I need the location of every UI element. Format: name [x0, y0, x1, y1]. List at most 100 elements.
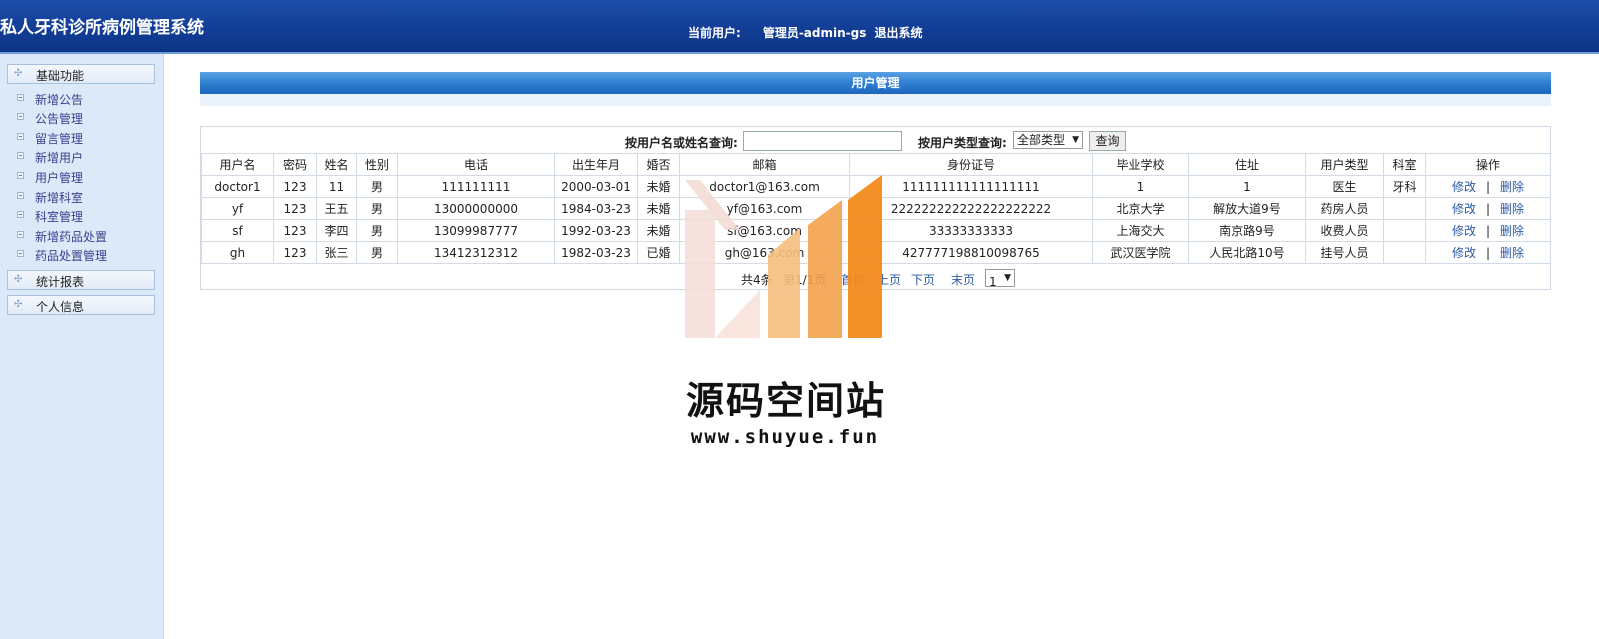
dropdown-arrow-icon: ▼ [1072, 135, 1079, 145]
watermark-url: www.shuyue.fun [690, 426, 880, 448]
panel-subbar [200, 94, 1551, 106]
table-cell: 33333333333 [849, 219, 1093, 242]
user-type-select[interactable]: 全部类型 ▼ [1013, 131, 1083, 149]
page-select-value: 1 [989, 275, 997, 289]
action-separator: | [1485, 180, 1491, 194]
user-grid: 按用户名或姓名查询: 按用户类型查询: 全部类型 ▼ 查询 用户名 密码 姓名 … [200, 126, 1551, 290]
table-cell: 医生 [1305, 175, 1384, 198]
name-search-label: 按用户名或姓名查询: [625, 136, 738, 150]
pagination: 共4条 第1/1页 首页 上页 下页 末页 1 ▼ [201, 267, 1550, 289]
column-header: 用户类型 [1305, 153, 1384, 176]
action-separator: | [1485, 246, 1491, 260]
item-icon [17, 152, 24, 159]
action-separator: | [1485, 202, 1491, 216]
table-cell [1383, 197, 1426, 220]
watermark-text: 源码空间站 [685, 379, 886, 423]
table-cell: 北京大学 [1092, 197, 1189, 220]
top-header: 私人牙科诊所病例管理系统 当前用户: 管理员-admin-gs 退出系统 [0, 0, 1599, 54]
table-cell: 11 [316, 175, 357, 198]
first-page-link[interactable]: 首页 [841, 273, 865, 287]
table-cell: doctor1 [201, 175, 274, 198]
expand-icon: ✣ [14, 299, 23, 310]
sidebar-item-label: 科室管理 [35, 210, 84, 224]
table-cell: 武汉医学院 [1092, 241, 1189, 264]
table-cell: 挂号人员 [1305, 241, 1384, 264]
sidebar-section-reports[interactable]: ✣ 统计报表 [7, 270, 155, 290]
delete-link[interactable]: 删除 [1500, 246, 1524, 260]
table-cell: 李四 [316, 219, 357, 242]
table-cell: 1992-03-23 [554, 219, 638, 242]
name-search-input[interactable] [743, 131, 902, 151]
edit-link[interactable]: 修改 [1452, 202, 1476, 216]
delete-link[interactable]: 删除 [1500, 202, 1524, 216]
prev-page-link[interactable]: 上页 [877, 273, 901, 287]
next-page-link[interactable]: 下页 [911, 273, 935, 287]
table-cell: gh@163.com [679, 241, 850, 264]
column-header: 姓名 [316, 153, 357, 176]
record-count: 共4条 [741, 273, 773, 287]
sidebar-item-label: 新增药品处置 [35, 230, 108, 244]
table-cell: 2000-03-01 [554, 175, 638, 198]
page-indicator: 第1/1页 [783, 273, 827, 287]
sidebar-item-label: 留言管理 [35, 132, 84, 146]
table-cell: 药房人员 [1305, 197, 1384, 220]
table-cell: 张三 [316, 241, 357, 264]
last-page-link[interactable]: 末页 [951, 273, 975, 287]
table-cell: 收费人员 [1305, 219, 1384, 242]
column-header: 性别 [356, 153, 398, 176]
row-actions: 修改 | 删除 [1425, 197, 1551, 220]
sidebar-section-basic[interactable]: ✣ 基础功能 [7, 64, 155, 84]
table-cell: 人民北路10号 [1188, 241, 1306, 264]
search-button[interactable]: 查询 [1089, 131, 1126, 151]
watermark-triangle [715, 290, 760, 338]
table-row: doctor1 123 11 男 111111111 2000-03-01 未婚… [201, 175, 1551, 198]
table-cell [1383, 219, 1426, 242]
page-select[interactable]: 1 ▼ [985, 269, 1015, 289]
table-cell: 未婚 [637, 197, 680, 220]
table-cell: doctor1@163.com [679, 175, 850, 198]
table-cell: 13412312312 [397, 241, 555, 264]
item-icon [17, 172, 24, 179]
table-cell: 111111111 [397, 175, 555, 198]
table-cell: 未婚 [637, 175, 680, 198]
table-cell: 男 [356, 241, 398, 264]
table-cell: 牙科 [1383, 175, 1426, 198]
table-row: gh 123 张三 男 13412312312 1982-03-23 已婚 gh… [201, 241, 1551, 264]
current-user-label: 当前用户: [688, 26, 741, 40]
sidebar-section-profile[interactable]: ✣ 个人信息 [7, 295, 155, 315]
column-header: 婚否 [637, 153, 680, 176]
sidebar-item-label: 新增公告 [35, 93, 84, 107]
column-header: 出生年月 [554, 153, 638, 176]
table-cell: gh [201, 241, 274, 264]
app-title: 私人牙科诊所病例管理系统 [0, 18, 204, 38]
table-cell: 13000000000 [397, 197, 555, 220]
delete-link[interactable]: 删除 [1500, 180, 1524, 194]
row-actions: 修改 | 删除 [1425, 241, 1551, 264]
delete-link[interactable]: 删除 [1500, 224, 1524, 238]
current-user-info: 当前用户: 管理员-admin-gs 退出系统 [688, 24, 923, 41]
dropdown-arrow-icon: ▼ [1004, 273, 1011, 283]
sidebar-item-label: 新增用户 [35, 151, 84, 165]
edit-link[interactable]: 修改 [1452, 246, 1476, 260]
sidebar-section-label: 基础功能 [36, 69, 85, 83]
table-cell: 1982-03-23 [554, 241, 638, 264]
column-header: 邮箱 [679, 153, 850, 176]
table-cell: 已婚 [637, 241, 680, 264]
sidebar: ✣ 基础功能 新增公告 公告管理 留言管理 新增用户 用户管理 新增科室 科室管… [0, 54, 164, 639]
type-search-label: 按用户类型查询: [918, 136, 1007, 150]
search-bar: 按用户名或姓名查询: 按用户类型查询: 全部类型 ▼ 查询 [201, 127, 1550, 153]
table-cell: 222222222222222222222 [849, 197, 1093, 220]
sidebar-item-label: 用户管理 [35, 171, 84, 185]
logout-link[interactable]: 退出系统 [875, 26, 923, 40]
item-icon [17, 94, 24, 101]
table-cell: 1 [1188, 175, 1306, 198]
table-cell: 男 [356, 219, 398, 242]
table-row: yf 123 王五 男 13000000000 1984-03-23 未婚 yf… [201, 197, 1551, 220]
item-icon [17, 113, 24, 120]
edit-link[interactable]: 修改 [1452, 180, 1476, 194]
edit-link[interactable]: 修改 [1452, 224, 1476, 238]
table-cell: sf [201, 219, 274, 242]
table-cell: yf [201, 197, 274, 220]
table-cell [1383, 241, 1426, 264]
table-cell: 1984-03-23 [554, 197, 638, 220]
